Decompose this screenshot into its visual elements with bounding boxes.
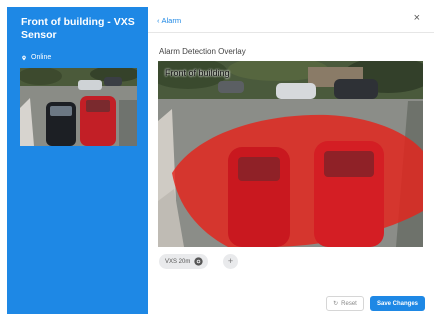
save-changes-button[interactable]: Save Changes <box>370 296 425 311</box>
reset-label: Reset <box>341 300 357 307</box>
device-title: Front of building - VXS Sensor <box>21 16 135 41</box>
back-label: Alarm <box>161 16 182 25</box>
device-status: Online <box>21 54 51 61</box>
camera-scene <box>158 61 423 247</box>
sensor-chip[interactable]: VXS 20m <box>159 254 209 269</box>
reset-button[interactable]: ↻ Reset <box>326 296 364 311</box>
header-divider <box>148 32 434 33</box>
alarm-overlay-preview[interactable]: Front of building <box>158 61 423 247</box>
device-sidebar: Front of building - VXS Sensor Online <box>7 7 148 314</box>
back-link[interactable]: ‹ Alarm <box>157 16 181 25</box>
camera-icon <box>194 257 203 266</box>
close-icon[interactable]: × <box>414 13 420 24</box>
location-pin-icon <box>22 55 26 60</box>
add-sensor-button[interactable]: + <box>223 254 238 269</box>
chip-label: VXS 20m <box>165 258 191 265</box>
refresh-icon: ↻ <box>333 301 339 307</box>
section-title: Alarm Detection Overlay <box>159 47 246 56</box>
camera-thumbnail[interactable] <box>20 68 137 146</box>
status-text: Online <box>31 54 52 61</box>
chevron-left-icon: ‹ <box>157 16 160 25</box>
alarm-detail-panel: ‹ Alarm × Alarm Detection Overlay Front … <box>148 7 434 314</box>
overlay-zone-label: Front of building <box>165 68 230 78</box>
